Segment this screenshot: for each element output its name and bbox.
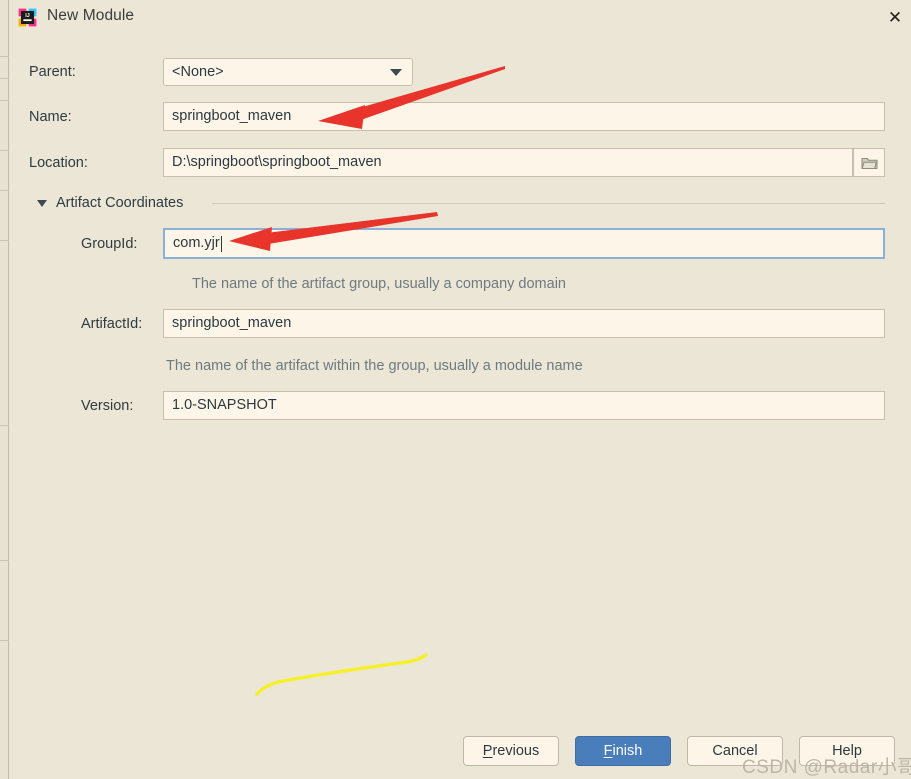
- previous-rest: revious: [492, 743, 540, 759]
- parent-dropdown[interactable]: <None>: [163, 58, 413, 86]
- name-input[interactable]: springboot_maven: [163, 102, 885, 131]
- version-input-value: 1.0-SNAPSHOT: [172, 397, 277, 414]
- yellow-highlight-stroke: [255, 653, 428, 696]
- groupid-input[interactable]: com.yjr: [163, 228, 885, 259]
- finish-button[interactable]: Finish: [575, 736, 671, 766]
- intellij-idea-icon: IJ: [18, 8, 37, 27]
- browse-location-button[interactable]: [853, 148, 885, 177]
- finish-rest: inish: [612, 743, 643, 759]
- previous-mnemonic: P: [482, 743, 493, 759]
- finish-mnemonic: F: [603, 743, 613, 759]
- background-window-edge: [0, 0, 9, 779]
- name-label: Name:: [29, 109, 72, 125]
- new-module-dialog: IJ New Module ✕ Parent: <None> Name: spr…: [0, 0, 911, 779]
- location-label: Location:: [29, 155, 88, 171]
- groupid-input-value: com.yjr: [173, 235, 220, 252]
- groupid-hint: The name of the artifact group, usually …: [192, 276, 566, 292]
- csdn-watermark: CSDN @Radar小哥: [742, 757, 911, 778]
- artifactid-label: ArtifactId:: [81, 316, 143, 332]
- text-cursor: [220, 235, 222, 252]
- parent-label: Parent:: [29, 64, 76, 80]
- window-title: New Module: [47, 7, 135, 24]
- chevron-down-icon: [390, 69, 402, 76]
- groupid-label: GroupId:: [81, 236, 138, 252]
- close-icon[interactable]: ✕: [871, 0, 911, 34]
- folder-icon: [861, 157, 877, 169]
- finish-button-label: Finish: [604, 743, 643, 759]
- version-label: Version:: [81, 398, 134, 414]
- previous-button[interactable]: Previous: [463, 736, 559, 766]
- artifact-coordinates-toggle[interactable]: Artifact Coordinates: [37, 195, 183, 211]
- name-input-value: springboot_maven: [172, 108, 292, 125]
- artifactid-hint: The name of the artifact within the grou…: [166, 358, 583, 374]
- artifact-coordinates-label: Artifact Coordinates: [56, 195, 184, 211]
- previous-button-label: Previous: [483, 743, 539, 759]
- artifactid-input[interactable]: springboot_maven: [163, 309, 885, 338]
- artifactid-input-value: springboot_maven: [172, 315, 292, 332]
- section-divider: [212, 203, 885, 204]
- version-input[interactable]: 1.0-SNAPSHOT: [163, 391, 885, 420]
- triangle-down-icon: [37, 199, 47, 207]
- parent-dropdown-value: <None>: [172, 64, 224, 80]
- svg-text:IJ: IJ: [25, 13, 29, 19]
- location-input[interactable]: D:\springboot\springboot_maven: [163, 148, 853, 177]
- title-bar: IJ New Module ✕: [9, 0, 911, 36]
- location-input-value: D:\springboot\springboot_maven: [172, 154, 382, 171]
